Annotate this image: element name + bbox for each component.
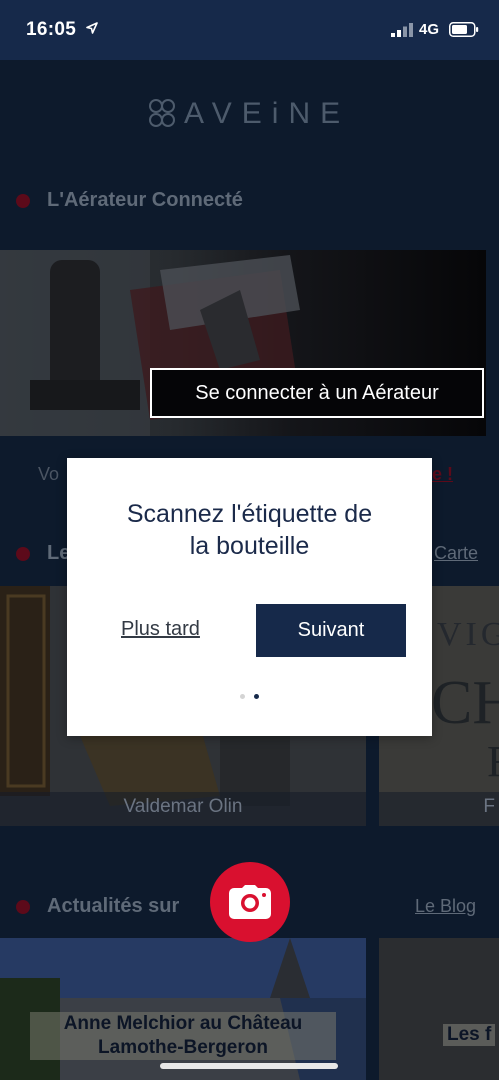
news-card[interactable]: Anne Melchior au Château Lamothe-Bergero… bbox=[0, 938, 366, 1080]
aerator-link-partial[interactable]: e ! bbox=[432, 464, 453, 485]
pager-dot bbox=[240, 694, 245, 699]
status-bar: 16:05 4G bbox=[0, 0, 499, 60]
camera-icon bbox=[229, 885, 271, 919]
pager-dot-active bbox=[254, 694, 259, 699]
onboarding-modal: Scannez l'étiquette de la bouteille Plus… bbox=[67, 458, 432, 736]
modal-title-line: Scannez l'étiquette de bbox=[126, 500, 373, 528]
blog-link[interactable]: Le Blog bbox=[415, 896, 476, 917]
news-card[interactable]: Les f bbox=[379, 938, 499, 1080]
grape-cluster-icon bbox=[149, 99, 175, 127]
modal-title: Scannez l'étiquette de la bouteille bbox=[67, 498, 432, 562]
news-card-caption: Anne Melchior au Château Lamothe-Bergero… bbox=[30, 1012, 336, 1060]
aerator-subtitle-partial: Vo bbox=[38, 464, 60, 484]
map-link[interactable]: Carte bbox=[434, 543, 478, 564]
section-bullet bbox=[16, 900, 30, 914]
wine-card-label-partial: CH bbox=[431, 669, 499, 737]
brand-logo: AVEiNE bbox=[148, 96, 350, 132]
battery-icon bbox=[449, 22, 479, 37]
news-card-caption-line: Lamothe-Bergeron bbox=[98, 1037, 268, 1058]
logo-text: AVEiNE bbox=[184, 97, 351, 130]
wine-card-label-partial: VIG bbox=[437, 616, 499, 653]
home-indicator[interactable] bbox=[160, 1063, 338, 1069]
status-time: 16:05 bbox=[26, 19, 77, 40]
later-button[interactable]: Plus tard bbox=[121, 618, 200, 641]
signal-icon bbox=[391, 23, 413, 37]
modal-title-line: la bouteille bbox=[189, 532, 310, 560]
news-card-caption-line: Anne Melchior au Château bbox=[63, 1013, 303, 1034]
section-bullet bbox=[16, 547, 30, 561]
wine-card-caption: Valdemar Olin bbox=[0, 792, 366, 826]
wine-card-caption: F bbox=[379, 792, 499, 826]
news-card-caption: Les f bbox=[443, 1024, 496, 1046]
network-type: 4G bbox=[419, 21, 440, 38]
connect-aerator-button[interactable]: Se connecter à un Aérateur bbox=[150, 368, 484, 418]
section-bullet bbox=[16, 194, 30, 208]
wine-card-label-partial: F bbox=[487, 736, 499, 787]
section-title-aerator: L'Aérateur Connecté bbox=[47, 189, 243, 211]
location-arrow-icon bbox=[86, 22, 98, 34]
section-title-news: Actualités sur bbox=[47, 895, 180, 917]
next-button[interactable]: Suivant bbox=[256, 604, 406, 657]
camera-button[interactable] bbox=[210, 862, 290, 942]
